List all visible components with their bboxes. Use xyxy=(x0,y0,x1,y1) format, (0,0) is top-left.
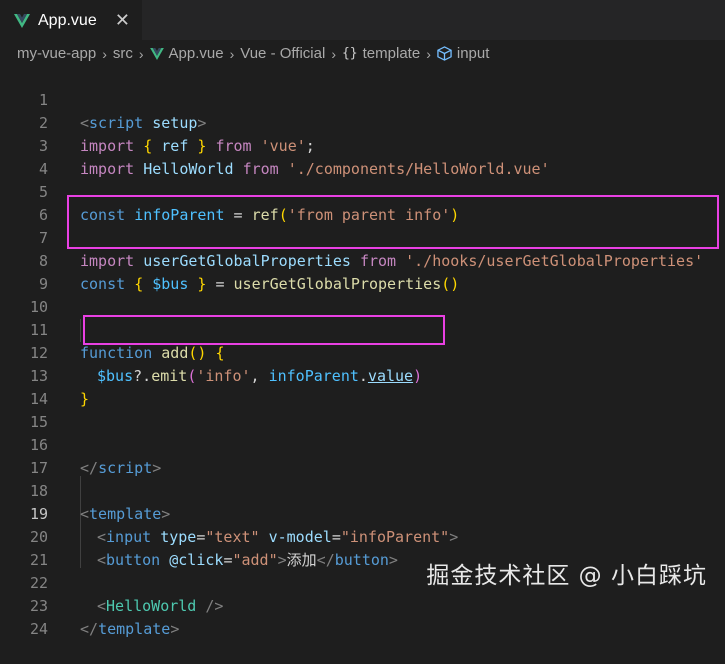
breadcrumb-item-language[interactable]: Vue - Official xyxy=(240,45,325,62)
breadcrumb-separator: › xyxy=(426,45,431,62)
code-line: 11 function add() { xyxy=(0,296,725,362)
tab-app-vue[interactable]: App.vue ✕ xyxy=(0,0,142,40)
code-line: 4 xyxy=(0,135,725,178)
code-line: 14 xyxy=(0,365,725,408)
breadcrumb-separator: › xyxy=(331,45,336,62)
vue-icon xyxy=(149,47,164,60)
breadcrumb-separator: › xyxy=(138,45,144,62)
code-line: 15 xyxy=(0,388,725,431)
tab-bar: App.vue ✕ xyxy=(0,0,725,40)
watermark: 掘金技术社区 @ 小白踩坑 xyxy=(426,563,707,589)
breadcrumb-item-template[interactable]: template xyxy=(363,45,421,62)
code-line: 7 import userGetGlobalProperties from '.… xyxy=(0,204,725,270)
vue-icon xyxy=(14,13,30,28)
breadcrumb-item-src[interactable]: src xyxy=(113,45,133,62)
braces-icon: {} xyxy=(341,46,358,61)
close-icon[interactable]: ✕ xyxy=(115,10,130,31)
token: template xyxy=(98,620,171,638)
code-line: 10 xyxy=(0,273,725,316)
code-editor[interactable]: 1 <script setup> 2 import { ref } from '… xyxy=(0,66,725,638)
tab-label: App.vue xyxy=(38,11,97,29)
breadcrumb-item-project[interactable]: my-vue-app xyxy=(17,45,96,62)
code-line: 8 const { $bus } = userGetGlobalProperti… xyxy=(0,227,725,293)
breadcrumb-item-input[interactable]: input xyxy=(457,45,490,62)
code-line: 1 <script setup> xyxy=(0,66,725,132)
code-line: 13 } xyxy=(0,342,725,408)
breadcrumb-item-file[interactable]: App.vue xyxy=(169,45,224,62)
token: </ xyxy=(80,620,99,638)
code-line: 5 const infoParent = ref('from parent in… xyxy=(0,158,725,224)
code-line: 16 </script> xyxy=(0,411,725,477)
line-content: </template> xyxy=(80,618,179,641)
code-line-active: 19 <input type="text" v-model="infoParen… xyxy=(0,480,725,546)
breadcrumb-separator: › xyxy=(102,45,107,62)
line-number: 24 xyxy=(29,620,48,638)
code-line: 21 xyxy=(0,526,725,569)
code-line: 24 xyxy=(0,595,725,638)
token: > xyxy=(170,620,180,638)
code-line: 20 <button @click="add">添加</button> xyxy=(0,503,725,569)
code-line: 6 xyxy=(0,181,725,224)
code-line: 17 xyxy=(0,434,725,477)
code-line: 18 <template> xyxy=(0,457,725,523)
breadcrumb-separator: › xyxy=(229,45,235,62)
breadcrumb: my-vue-app › src › App.vue › Vue - Offic… xyxy=(0,41,725,66)
code-line: 3 import HelloWorld from './components/H… xyxy=(0,112,725,178)
cube-icon xyxy=(437,46,452,61)
code-line: 9 xyxy=(0,250,725,293)
code-line: 12 $bus?.emit('info', infoParent.value) xyxy=(0,319,725,385)
code-line: 2 import { ref } from 'vue'; xyxy=(0,89,725,155)
